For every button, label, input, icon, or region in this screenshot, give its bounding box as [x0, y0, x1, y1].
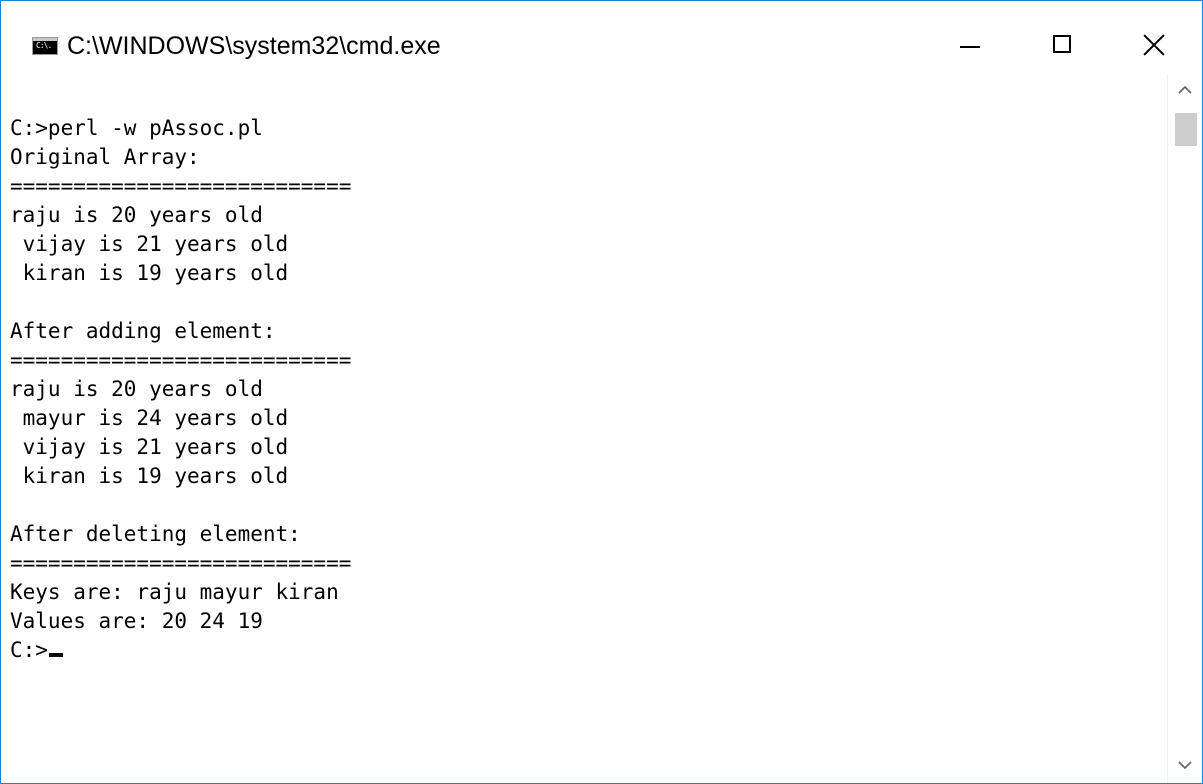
scroll-down-button[interactable]	[1168, 749, 1202, 783]
vertical-scrollbar[interactable]	[1167, 74, 1202, 783]
console-window: C:\. C:\WINDOWS\system32\cmd.exe C:>perl…	[0, 0, 1203, 784]
console-output[interactable]: C:>perl -w pAssoc.pl Original Array: ===…	[10, 114, 1165, 774]
console-line: mayur is 24 years old	[10, 406, 289, 430]
cmd-app-icon[interactable]: C:\.	[32, 37, 58, 55]
command-prompt: C:>	[10, 638, 48, 662]
prompt-line[interactable]: C:>	[10, 636, 1165, 665]
minimize-button[interactable]	[923, 1, 1015, 91]
console-line: kiran is 19 years old	[10, 464, 289, 488]
chevron-up-icon	[1178, 85, 1192, 94]
maximize-icon	[1053, 35, 1071, 53]
console-line: After adding element:	[10, 319, 276, 343]
console-line: Keys are: raju mayur kiran	[10, 580, 339, 604]
console-line: vijay is 21 years old	[10, 435, 289, 459]
console-line: C:>perl -w pAssoc.pl	[10, 116, 263, 140]
scroll-up-button[interactable]	[1168, 74, 1202, 108]
console-line: Values are: 20 24 19	[10, 609, 263, 633]
scroll-thumb[interactable]	[1175, 113, 1197, 146]
console-line: raju is 20 years old	[10, 203, 263, 227]
maximize-button[interactable]	[1015, 1, 1107, 91]
console-line: ===========================	[10, 174, 352, 198]
text-cursor	[48, 653, 63, 657]
console-line: vijay is 21 years old	[10, 232, 289, 256]
window-title: C:\WINDOWS\system32\cmd.exe	[67, 32, 441, 60]
close-icon	[1143, 34, 1165, 56]
console-line: Original Array:	[10, 145, 200, 169]
console-line: kiran is 19 years old	[10, 261, 289, 285]
chevron-down-icon	[1178, 761, 1192, 770]
console-line: After deleting element:	[10, 522, 301, 546]
console-line: raju is 20 years old	[10, 377, 263, 401]
console-line: ===========================	[10, 348, 352, 372]
minimize-icon	[960, 46, 980, 48]
title-bar[interactable]: C:\. C:\WINDOWS\system32\cmd.exe	[1, 1, 1202, 91]
console-line: ===========================	[10, 551, 352, 575]
cmd-app-icon-label: C:\.	[36, 41, 52, 50]
